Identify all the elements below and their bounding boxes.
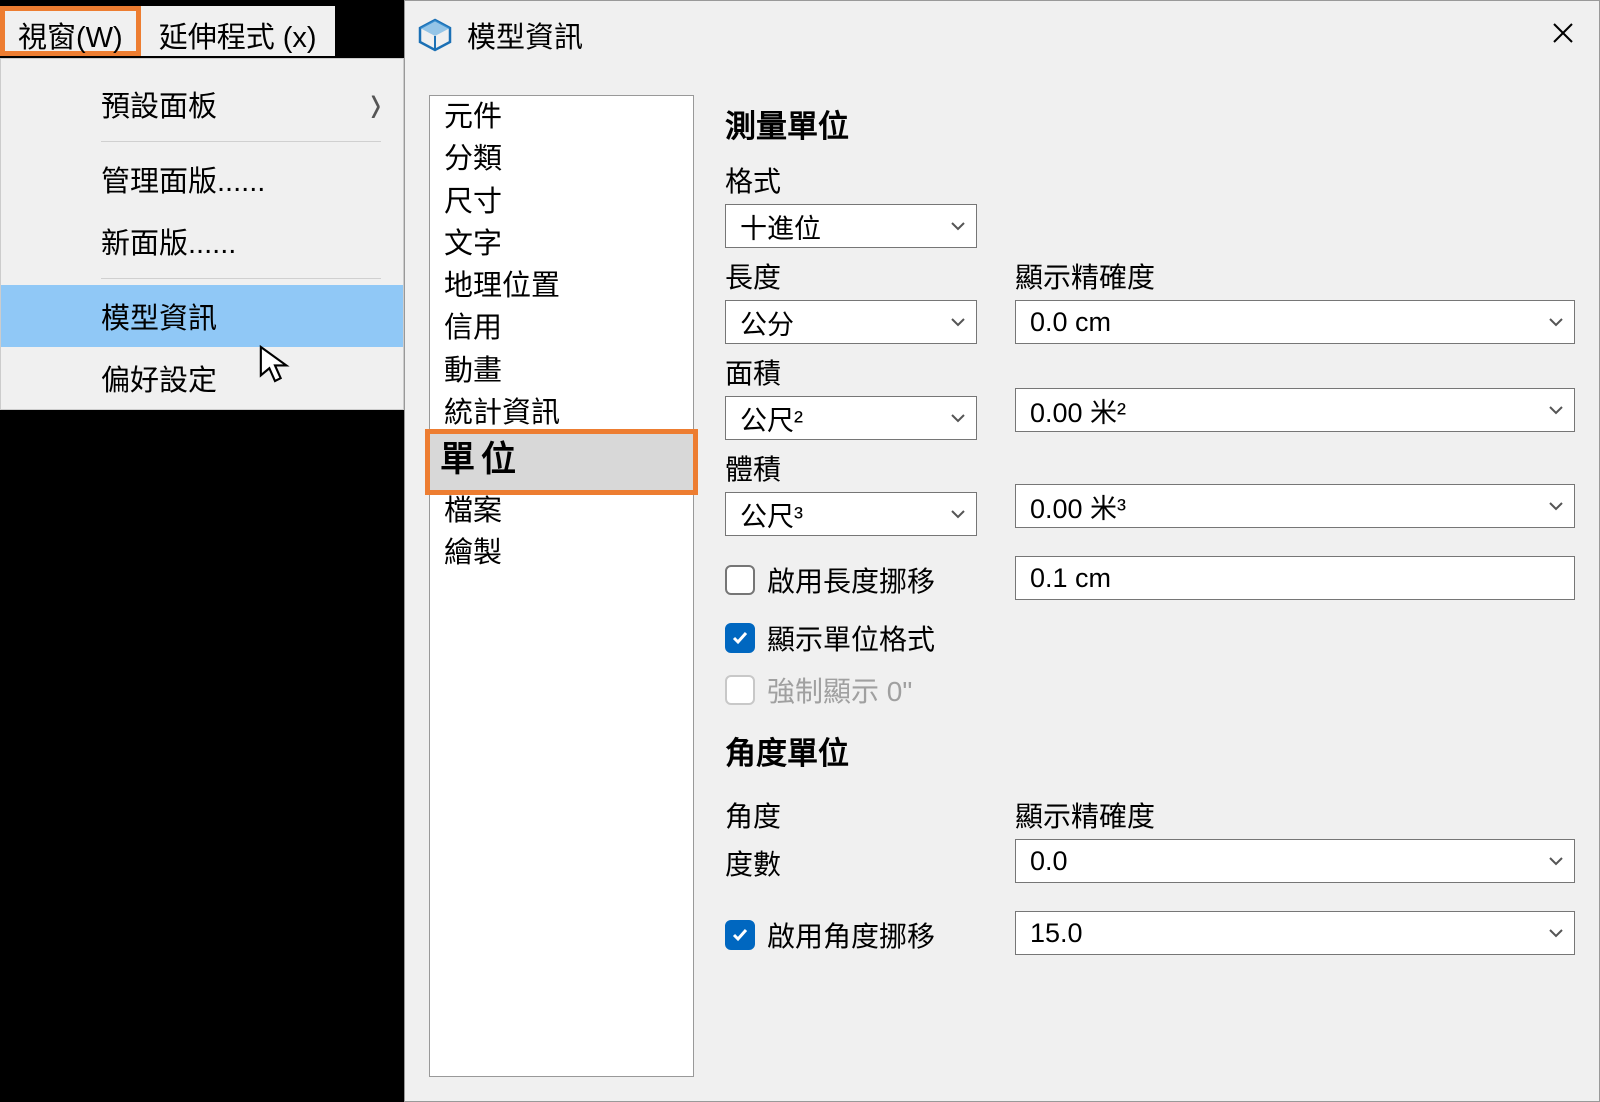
units-panel: 測量單位 格式 十進位 長度 公分 顯示精確度 0.0 cm bbox=[725, 95, 1575, 1077]
chevron-down-icon bbox=[1548, 498, 1564, 514]
select-volume-value: 公尺³ bbox=[740, 495, 803, 534]
input-length-snap-value: 0.1 cm bbox=[1030, 563, 1111, 594]
sidebar-item-render[interactable]: 繪製 bbox=[430, 532, 693, 574]
select-length-precision[interactable]: 0.0 cm bbox=[1015, 300, 1575, 344]
label-precision: 顯示精確度 bbox=[1015, 256, 1575, 296]
chevron-down-icon bbox=[950, 314, 966, 330]
menu-new-panel[interactable]: 新面版...... bbox=[1, 210, 403, 272]
select-angle-snap[interactable]: 15.0 bbox=[1015, 911, 1575, 955]
close-button[interactable] bbox=[1539, 11, 1587, 59]
sidebar-item-statistics[interactable]: 統計資訊 bbox=[430, 392, 693, 434]
cursor-icon bbox=[258, 344, 292, 389]
menu-manage-panels[interactable]: 管理面版...... bbox=[1, 148, 403, 210]
label-length: 長度 bbox=[725, 256, 1005, 296]
input-length-snap[interactable]: 0.1 cm bbox=[1015, 556, 1575, 600]
sidebar-item-units[interactable]: 單位 bbox=[425, 429, 698, 495]
select-area[interactable]: 公尺² bbox=[725, 396, 977, 440]
select-format[interactable]: 十進位 bbox=[725, 204, 977, 248]
section-angle-units: 角度單位 bbox=[725, 728, 1575, 773]
checkbox-show-unit-format[interactable] bbox=[725, 623, 755, 653]
label-angle: 角度 bbox=[725, 795, 1005, 835]
menu-preferences[interactable]: 偏好設定 bbox=[1, 347, 403, 409]
chevron-down-icon bbox=[950, 410, 966, 426]
menu-model-info[interactable]: 模型資訊 bbox=[1, 285, 403, 347]
select-volume-precision[interactable]: 0.00 米³ bbox=[1015, 484, 1575, 528]
select-angle-snap-value: 15.0 bbox=[1030, 918, 1083, 949]
close-icon bbox=[1551, 21, 1575, 50]
chevron-down-icon bbox=[950, 506, 966, 522]
sidebar-item-file[interactable]: 檔案 bbox=[430, 490, 693, 532]
section-measurement-units: 測量單位 bbox=[725, 101, 1575, 146]
select-length[interactable]: 公分 bbox=[725, 300, 977, 344]
label-force-display: 強制顯示 0" bbox=[767, 670, 912, 710]
label-format: 格式 bbox=[725, 160, 1575, 200]
sidebar-item-animation[interactable]: 動畫 bbox=[430, 350, 693, 392]
label-volume: 體積 bbox=[725, 448, 1005, 488]
model-info-dialog: 模型資訊 元件 分類 尺寸 文字 地理位置 信用 動畫 統計資訊 單位 檔案 繪… bbox=[404, 0, 1600, 1102]
select-format-value: 十進位 bbox=[740, 207, 821, 246]
checkbox-length-snap[interactable] bbox=[725, 565, 755, 595]
select-length-value: 公分 bbox=[740, 303, 794, 342]
menu-extensions[interactable]: 延伸程式 (x) bbox=[141, 6, 335, 56]
category-sidebar: 元件 分類 尺寸 文字 地理位置 信用 動畫 統計資訊 單位 檔案 繪製 bbox=[429, 95, 694, 1077]
select-angle-precision-value: 0.0 bbox=[1030, 846, 1068, 877]
chevron-down-icon bbox=[1548, 925, 1564, 941]
select-volume-precision-value: 0.00 米³ bbox=[1030, 487, 1126, 526]
window-menu-dropdown: 預設面板 管理面版...... 新面版...... 模型資訊 偏好設定 bbox=[0, 58, 404, 410]
checkbox-force-display bbox=[725, 675, 755, 705]
chevron-down-icon bbox=[1548, 402, 1564, 418]
sidebar-item-classification[interactable]: 分類 bbox=[430, 138, 693, 180]
sidebar-item-components[interactable]: 元件 bbox=[430, 96, 693, 138]
menu-separator bbox=[101, 278, 381, 279]
label-length-snap: 啟用長度挪移 bbox=[767, 560, 935, 600]
select-area-precision-value: 0.00 米² bbox=[1030, 391, 1126, 430]
label-angle-snap: 啟用角度挪移 bbox=[767, 915, 935, 955]
menu-default-panels[interactable]: 預設面板 bbox=[1, 73, 403, 135]
select-angle-precision[interactable]: 0.0 bbox=[1015, 839, 1575, 883]
select-volume[interactable]: 公尺³ bbox=[725, 492, 977, 536]
sidebar-item-geo[interactable]: 地理位置 bbox=[430, 265, 693, 307]
sidebar-item-credit[interactable]: 信用 bbox=[430, 307, 693, 349]
menu-window[interactable]: 視窗(W) bbox=[0, 6, 141, 56]
select-area-value: 公尺² bbox=[740, 399, 803, 438]
label-show-unit-format: 顯示單位格式 bbox=[767, 618, 935, 658]
chevron-down-icon bbox=[1548, 853, 1564, 869]
label-area: 面積 bbox=[725, 352, 1005, 392]
chevron-down-icon bbox=[1548, 314, 1564, 330]
menu-separator bbox=[101, 141, 381, 142]
dialog-titlebar: 模型資訊 bbox=[405, 1, 1599, 69]
select-length-precision-value: 0.0 cm bbox=[1030, 307, 1111, 338]
sidebar-item-dimensions[interactable]: 尺寸 bbox=[430, 181, 693, 223]
select-area-precision[interactable]: 0.00 米² bbox=[1015, 388, 1575, 432]
value-degrees: 度數 bbox=[725, 843, 1005, 883]
dialog-title: 模型資訊 bbox=[467, 14, 1539, 56]
label-angle-precision: 顯示精確度 bbox=[1015, 795, 1575, 835]
chevron-down-icon bbox=[950, 218, 966, 234]
menubar: 視窗(W) 延伸程式 (x) bbox=[0, 6, 335, 56]
checkbox-angle-snap[interactable] bbox=[725, 920, 755, 950]
sidebar-item-text[interactable]: 文字 bbox=[430, 223, 693, 265]
sketchup-icon bbox=[417, 17, 453, 53]
